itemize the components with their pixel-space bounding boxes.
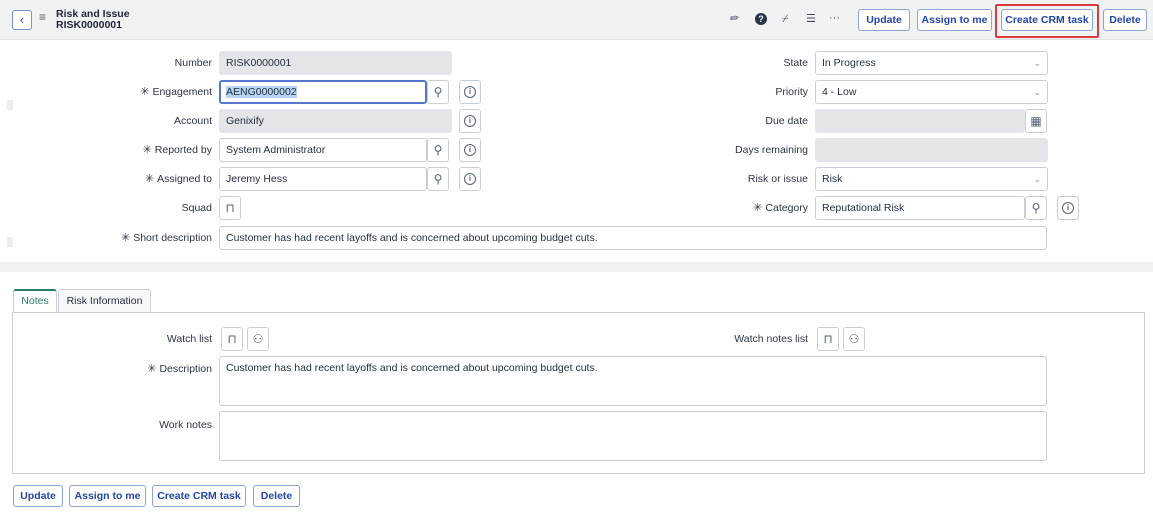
footer-create-crm-task-button[interactable]: Create CRM task [152, 485, 246, 507]
priority-label: Priority [775, 86, 808, 98]
state-label: State [783, 57, 808, 69]
paperclip-icon[interactable]: ✐ [726, 11, 740, 26]
highlight-annotation [995, 4, 1099, 38]
due-date-label: Due date [765, 115, 808, 127]
days-remaining-field [815, 138, 1048, 162]
required-icon: ✳ [120, 232, 131, 244]
category-field[interactable]: Reputational Risk [815, 196, 1025, 220]
add-me-icon[interactable]: ⚇ [247, 327, 269, 351]
days-remaining-label: Days remaining [735, 144, 808, 156]
form-header: ‹ ≡ Risk and Issue RISK0000001 ✐ ? ⌿ ☰ ·… [0, 0, 1153, 40]
update-button[interactable]: Update [858, 9, 910, 31]
footer-update-button[interactable]: Update [13, 485, 63, 507]
required-icon: ✳ [144, 173, 155, 185]
required-icon: ✳ [140, 86, 150, 98]
watch-notes-list-label: Watch notes list [734, 333, 808, 345]
footer-delete-button[interactable]: Delete [253, 485, 300, 507]
chevron-down-icon: ⌄ [1033, 58, 1041, 68]
chevron-left-icon: ‹ [19, 12, 25, 27]
record-number: RISK0000001 [56, 19, 122, 31]
account-label: Account [174, 115, 212, 127]
help-icon[interactable]: ? [755, 13, 767, 25]
search-icon[interactable]: ⚲ [427, 138, 449, 162]
section-divider [0, 262, 1153, 272]
activity-icon[interactable]: ⌿ [782, 13, 789, 25]
risk-or-issue-select[interactable]: Risk ⌄ [815, 167, 1048, 191]
lock-icon[interactable]: ⊓ [219, 196, 241, 220]
required-icon: ✳ [147, 363, 157, 375]
search-icon[interactable]: ⚲ [427, 80, 449, 104]
description-field[interactable]: Customer has had recent layoffs and is c… [219, 356, 1047, 406]
info-icon[interactable]: i [459, 109, 481, 133]
short-description-field[interactable]: Customer has had recent layoffs and is c… [219, 226, 1047, 250]
state-select[interactable]: In Progress ⌄ [815, 51, 1048, 75]
tab-risk-information[interactable]: Risk Information [58, 289, 151, 313]
calendar-icon[interactable]: ▦ [1025, 109, 1047, 133]
delete-button[interactable]: Delete [1103, 9, 1147, 31]
number-label: Number [174, 57, 212, 69]
search-icon[interactable]: ⚲ [427, 167, 449, 191]
description-label: ✳ Description [147, 363, 212, 375]
info-icon[interactable]: i [459, 80, 481, 104]
info-icon[interactable]: i [459, 167, 481, 191]
lock-icon[interactable]: ⊓ [221, 327, 243, 351]
footer-assign-to-me-button[interactable]: Assign to me [69, 485, 146, 507]
assign-to-me-button[interactable]: Assign to me [917, 9, 992, 31]
lock-icon[interactable]: ⊓ [817, 327, 839, 351]
priority-select[interactable]: 4 - Low ⌄ [815, 80, 1048, 104]
engagement-label: ✳ Engagement [140, 86, 212, 98]
chevron-down-icon: ⌄ [1033, 174, 1041, 184]
side-marker [7, 237, 13, 247]
risk-or-issue-label: Risk or issue [747, 173, 808, 185]
back-button[interactable]: ‹ [12, 10, 32, 30]
due-date-field [815, 109, 1025, 133]
record-title: Risk and Issue RISK0000001 [56, 9, 130, 31]
squad-label: Squad [181, 202, 212, 214]
short-description-label: ✳ Short description [120, 232, 212, 244]
info-icon[interactable]: i [459, 138, 481, 162]
required-icon: ✳ [753, 202, 763, 214]
more-icon[interactable]: ··· [829, 12, 840, 24]
required-icon: ✳ [142, 144, 152, 156]
engagement-field[interactable]: AENG0000002 [219, 80, 427, 104]
assigned-to-field[interactable]: Jeremy Hess [219, 167, 427, 191]
watch-list-label: Watch list [166, 333, 212, 345]
reported-by-label: ✳ Reported by [142, 144, 212, 156]
assigned-to-label: ✳ Assigned to [144, 173, 212, 185]
search-icon[interactable]: ⚲ [1025, 196, 1047, 220]
side-marker [7, 100, 13, 110]
settings-icon[interactable]: ☰ [806, 13, 816, 25]
work-notes-label: Work notes [159, 419, 212, 431]
reported-by-field[interactable]: System Administrator [219, 138, 427, 162]
add-me-icon[interactable]: ⚇ [843, 327, 865, 351]
chevron-down-icon: ⌄ [1033, 87, 1041, 97]
tab-notes[interactable]: Notes [13, 289, 57, 313]
category-label: ✳ Category [753, 202, 808, 214]
info-icon[interactable]: i [1057, 196, 1079, 220]
account-field: Genixify [219, 109, 452, 133]
number-field: RISK0000001 [219, 51, 452, 75]
work-notes-field[interactable] [219, 411, 1047, 461]
context-menu-icon[interactable]: ≡ [39, 10, 46, 24]
